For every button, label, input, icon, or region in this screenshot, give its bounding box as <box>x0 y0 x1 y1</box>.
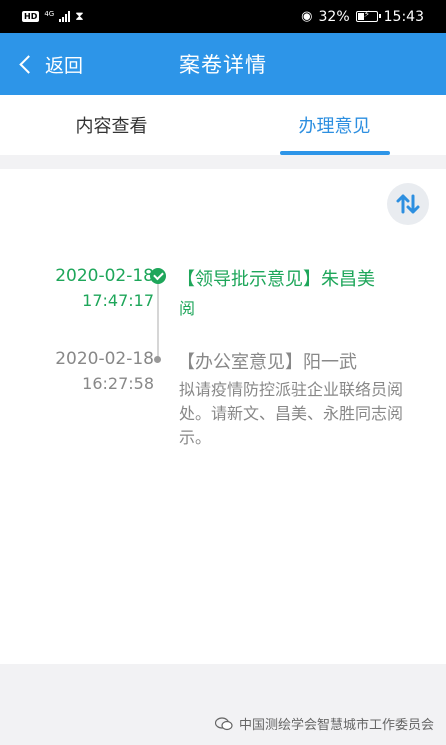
timeline-dot <box>154 356 161 363</box>
hourglass-icon: ⧗ <box>75 9 84 23</box>
sort-arrows-icon <box>396 194 420 214</box>
eye-icon: ◉ <box>301 9 313 24</box>
back-label: 返回 <box>45 54 84 77</box>
opinion-list: 2020-02-18 17:47:17 【领导批示意见】朱昌美 阅 2020-0… <box>0 169 446 664</box>
watermark-text: 中国测绘学会智慧城市工作委员会 <box>238 718 434 733</box>
entry-time: 16:27:58 <box>82 374 154 393</box>
network-type: 4G <box>44 9 55 18</box>
battery-percent: 32% <box>318 8 350 25</box>
tab-label: 内容查看 <box>75 116 148 137</box>
battery-icon: ⚡ <box>355 10 381 22</box>
watermark: 中国测绘学会智慧城市工作委员会 <box>214 714 434 733</box>
timeline-connector <box>157 273 159 360</box>
clock: 15:43 <box>383 8 424 25</box>
title-bar: 案卷详情 返回 <box>0 33 446 95</box>
check-circle-icon <box>150 268 166 284</box>
back-button[interactable]: 返回 <box>19 33 84 95</box>
status-bar-right: ◉ 32% ⚡ 15:43 <box>301 9 424 25</box>
entry-body: 拟请疫情防控派驻企业联络员阅处。请新文、昌美、永胜同志阅示。 <box>179 380 404 447</box>
wechat-icon <box>214 716 233 730</box>
entry-date: 2020-02-18 <box>55 266 154 286</box>
signal-icon <box>59 11 71 22</box>
sort-toggle-button[interactable] <box>387 183 429 225</box>
tab-handling-opinion[interactable]: 办理意见 <box>223 95 446 155</box>
tab-label: 办理意见 <box>298 116 371 137</box>
status-bar-left: HD 4G ⧗ <box>22 9 84 24</box>
entry-time: 17:47:17 <box>82 291 154 310</box>
tab-content-view[interactable]: 内容查看 <box>0 95 223 155</box>
entry-body: 阅 <box>179 299 196 318</box>
chevron-left-icon <box>19 54 38 74</box>
status-bar: HD 4G ⧗ ◉ 32% ⚡ 15:43 <box>0 0 446 33</box>
tab-bar: 内容查看 办理意见 <box>0 95 446 155</box>
entry-date: 2020-02-18 <box>55 349 154 369</box>
entry-title: 【领导批示意见】朱昌美 <box>177 269 375 290</box>
hd-icon: HD <box>22 11 40 22</box>
entry-title: 【办公室意见】阳一武 <box>177 352 357 373</box>
active-tab-indicator <box>279 151 390 155</box>
